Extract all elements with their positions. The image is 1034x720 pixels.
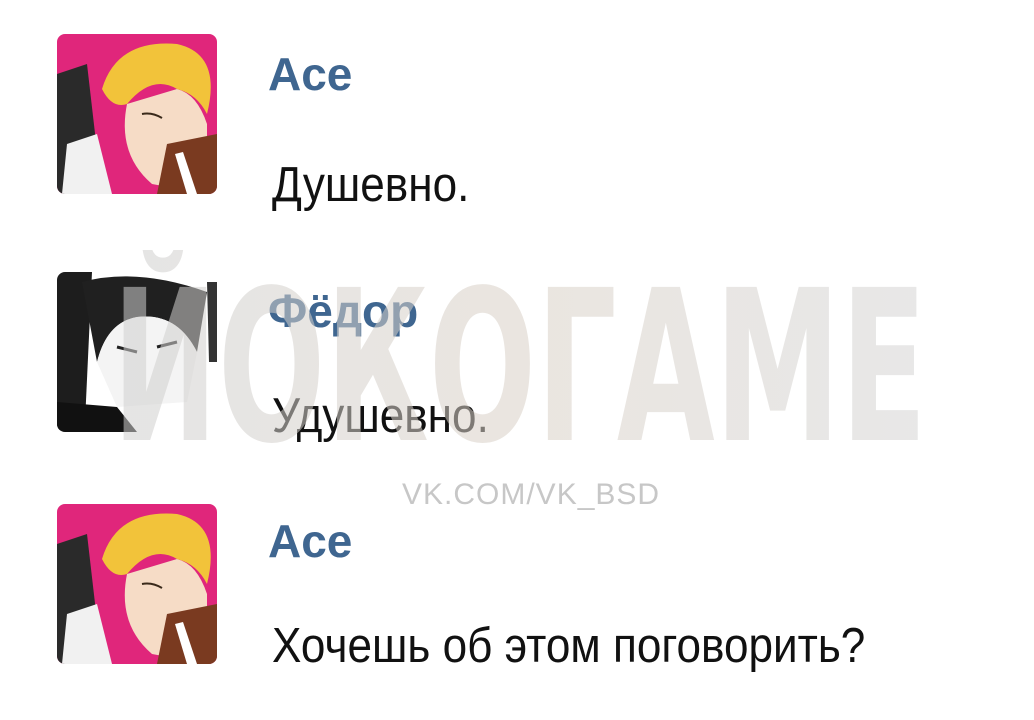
svg-text:ЙОКОГАМЕ: ЙОКОГАМЕ [112,250,927,450]
ace-avatar-icon [57,34,217,194]
chat-screenshot: Ace Душевно. Фёдор Удушевно. Ace Хочешь … [0,0,1034,720]
message-text: Хочешь об этом поговорить? [272,619,866,673]
message-author[interactable]: Ace [268,51,352,97]
message-text: Удушевно. [272,389,489,443]
message-author[interactable]: Фёдор [268,288,418,334]
ace-avatar-icon [57,504,217,664]
watermark-url: VK.COM/VK_BSD [402,478,661,511]
avatar[interactable] [57,272,217,432]
message-author[interactable]: Ace [268,518,352,564]
watermark-logo: ЙОКОГАМЕ [112,250,927,450]
avatar[interactable] [57,504,217,664]
fyodor-avatar-icon [57,272,217,432]
avatar[interactable] [57,34,217,194]
message-text: Душевно. [272,158,470,212]
